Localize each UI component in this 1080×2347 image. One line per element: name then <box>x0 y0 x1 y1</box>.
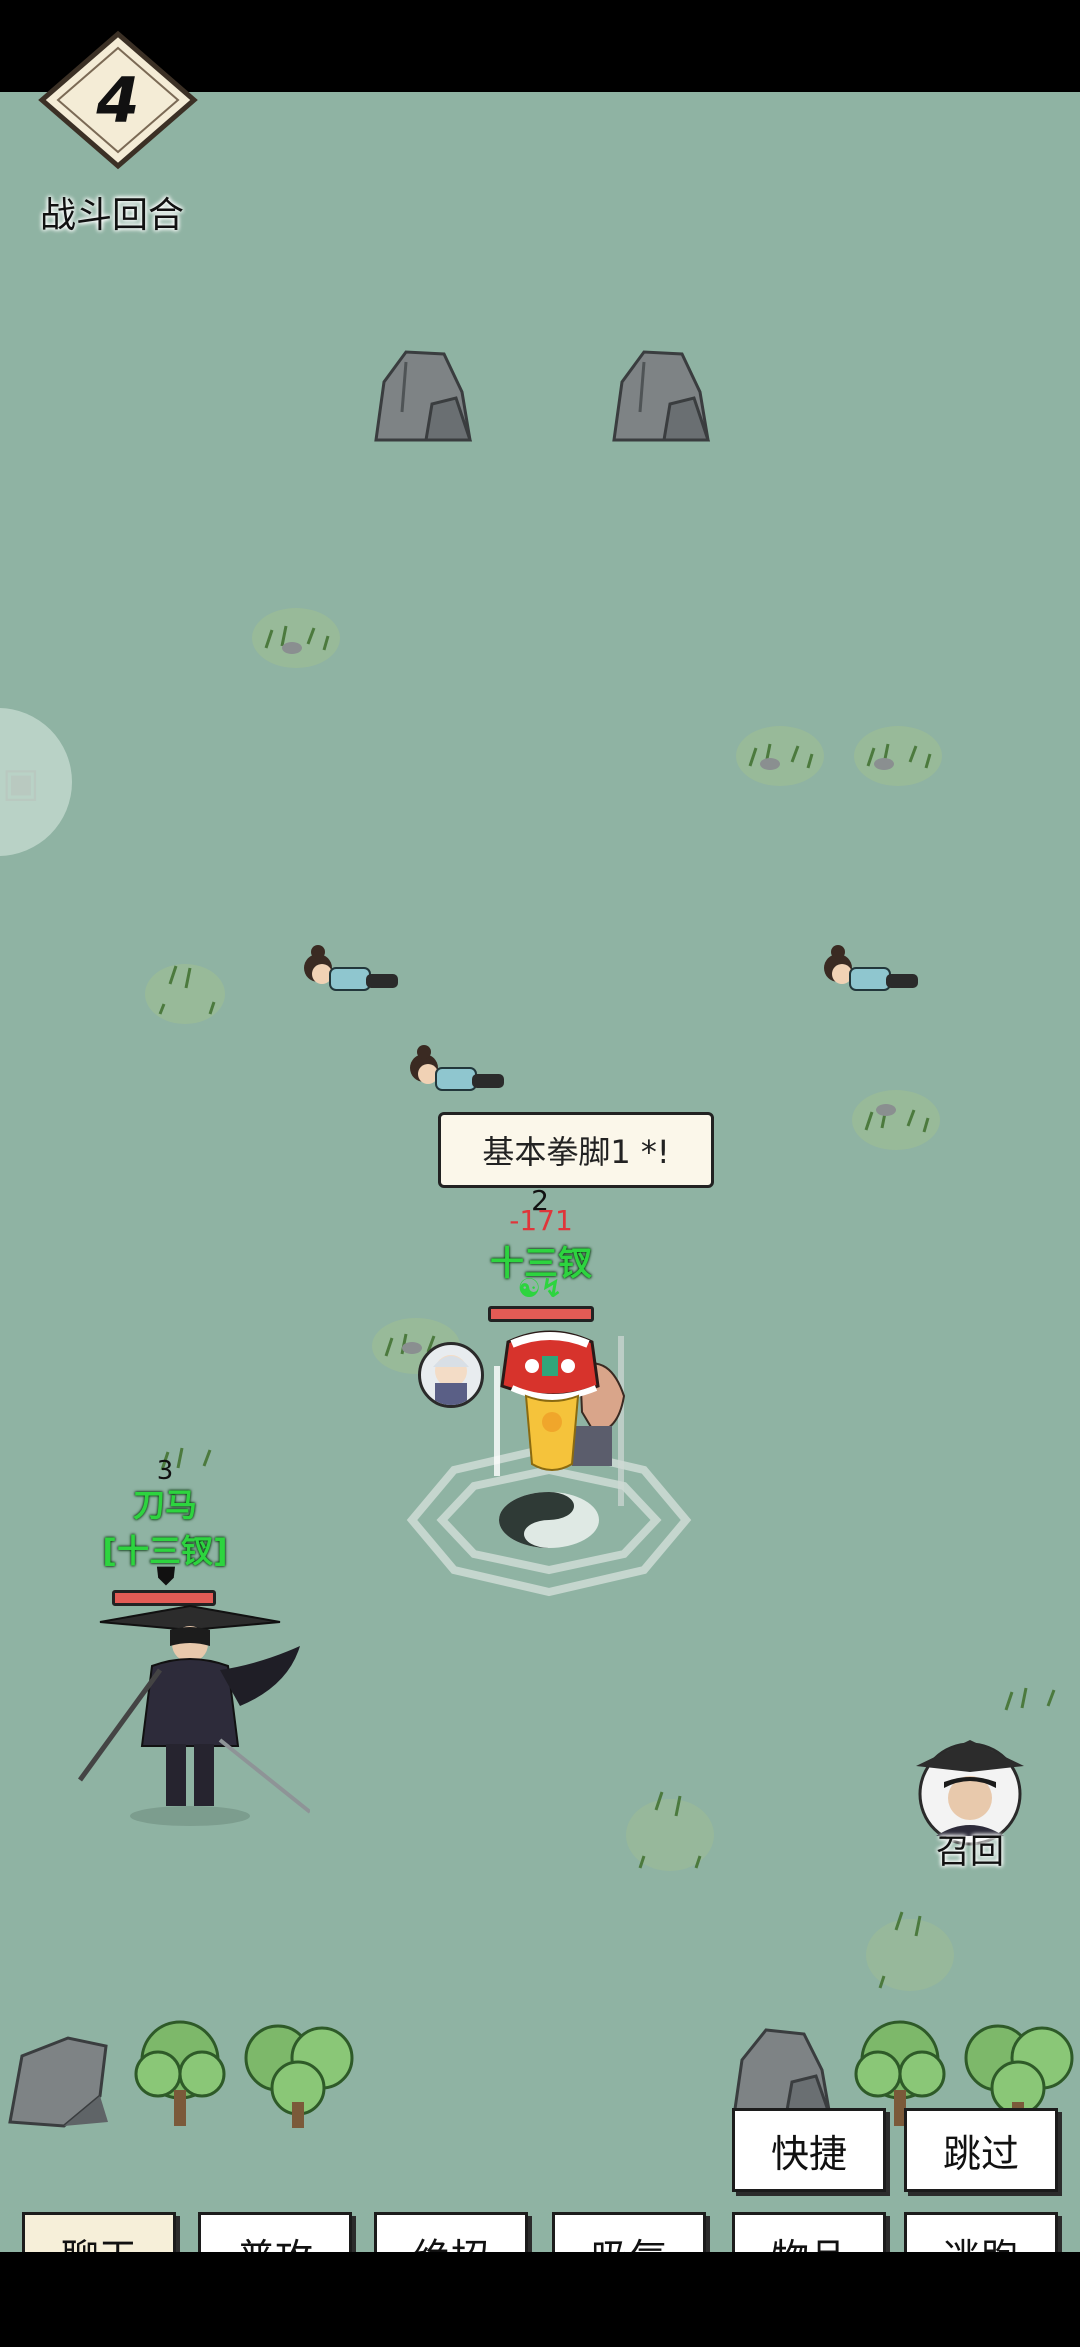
gift-icon: ▣ <box>2 760 40 806</box>
damage-number: -171 <box>509 1204 573 1237</box>
swordsman-ally[interactable] <box>70 1600 310 1830</box>
recall-label: 召回 <box>936 1832 1004 1872</box>
rock-decoration <box>374 350 473 442</box>
round-counter-badge: 4 <box>38 30 198 170</box>
grass-tuft <box>852 1090 940 1150</box>
defeated-enemy <box>410 1045 504 1091</box>
skip-button[interactable]: 跳过 <box>904 2108 1058 2192</box>
quick-button[interactable]: 快捷 <box>732 2108 886 2192</box>
ally-shield-icon: ⛊ <box>157 1562 175 1590</box>
tree-decoration <box>244 2024 354 2128</box>
round-label: 战斗回合 <box>40 195 185 236</box>
grass-tuft <box>854 726 942 786</box>
lion-dance-hero[interactable] <box>468 1326 648 1526</box>
defeated-enemy <box>824 945 918 991</box>
rock-decoration <box>8 2036 108 2128</box>
defeated-enemy <box>304 945 398 991</box>
target-hp-bar <box>488 1306 594 1322</box>
ally-name: 刀马 <box>132 1486 197 1524</box>
status-effect-icons: ☯↯ <box>517 1274 563 1304</box>
rock-decoration <box>612 350 711 442</box>
grass-tuft <box>252 608 340 668</box>
grass-tuft <box>626 1791 714 1871</box>
tree-decoration <box>134 2020 226 2126</box>
grass-tuft <box>145 964 225 1024</box>
skill-callout-bubble: 基本拳脚1 *! <box>438 1112 714 1188</box>
bottom-nav-bar <box>0 2252 1080 2347</box>
grass-tuft <box>736 726 824 786</box>
grass-tuft <box>866 1911 954 1991</box>
recall-button[interactable]: 召回 <box>910 1728 1030 1872</box>
side-drawer-tab[interactable]: ▣ <box>0 708 72 856</box>
rock-decoration <box>732 2028 833 2118</box>
round-number: 4 <box>96 64 140 137</box>
